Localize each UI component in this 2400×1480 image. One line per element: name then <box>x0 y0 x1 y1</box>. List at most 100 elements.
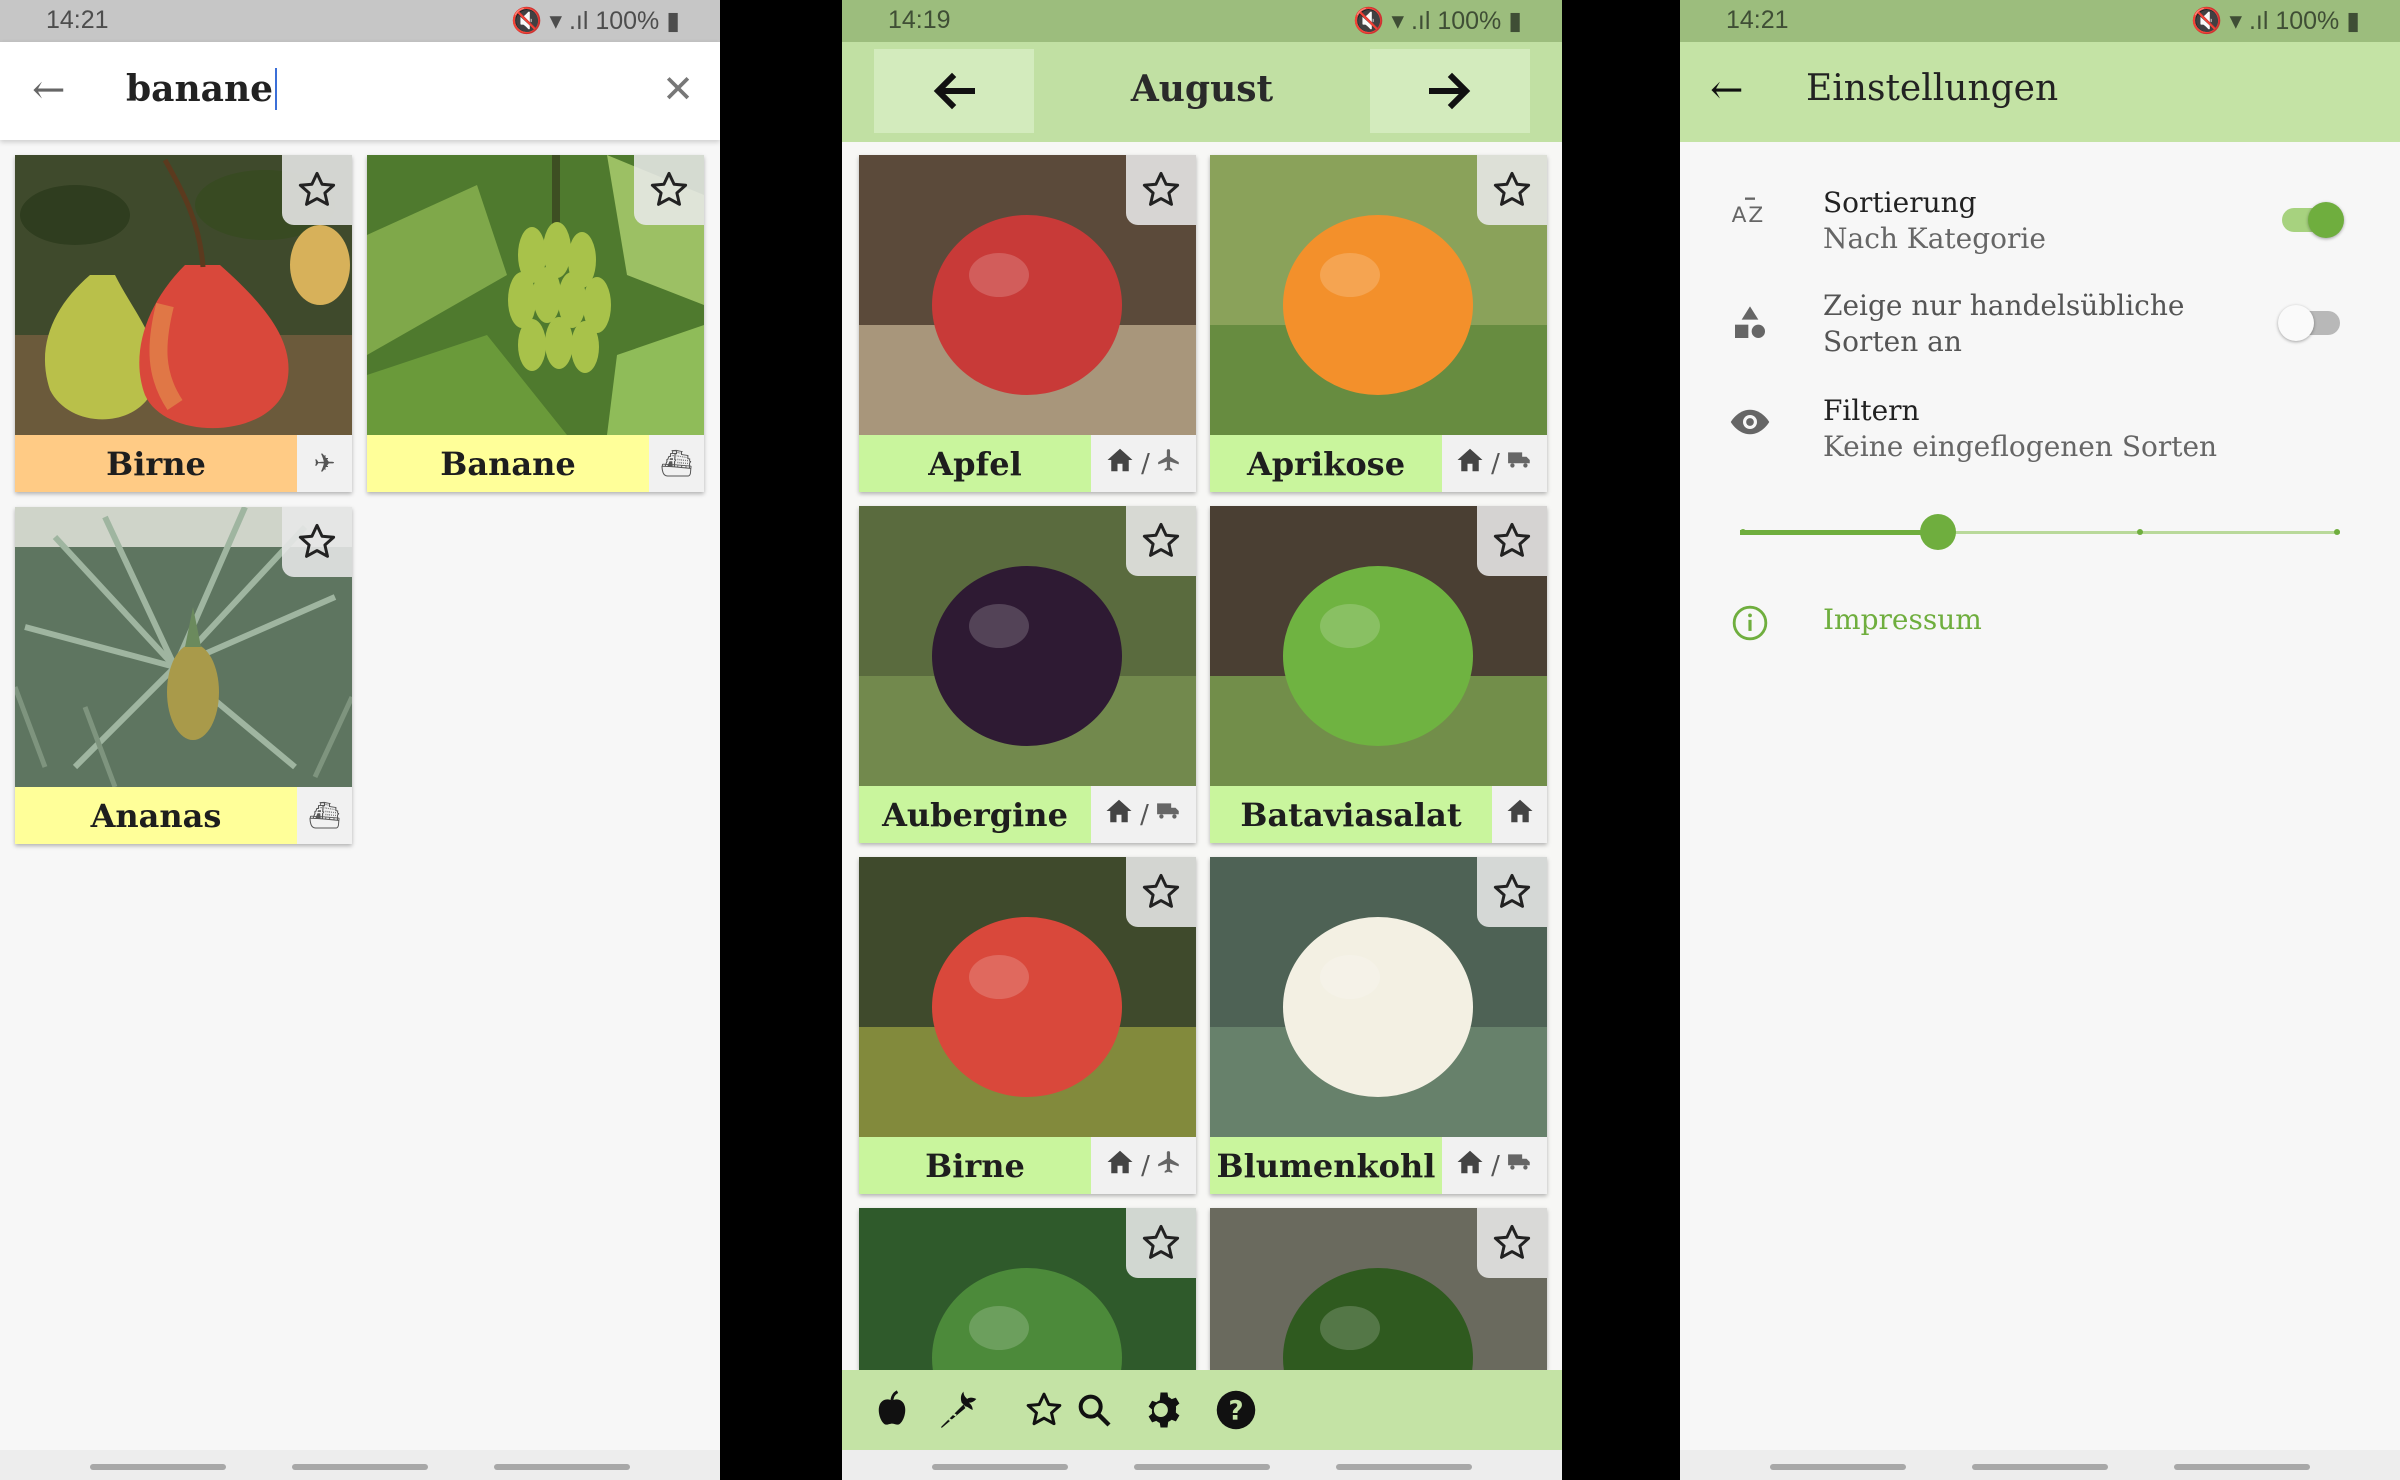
favorite-star-icon[interactable] <box>1477 506 1547 576</box>
favorite-star-icon[interactable] <box>1477 155 1547 225</box>
nav-handle[interactable] <box>90 1464 226 1470</box>
favorite-star-icon[interactable] <box>282 507 352 577</box>
status-bar: 14:19 🔇 ▾ .ıl 100% ▮ <box>842 0 1562 42</box>
card-name: Apfel <box>859 435 1091 492</box>
status-time: 14:19 <box>888 6 951 34</box>
commercial-title-line2: Sorten an <box>1823 325 1962 358</box>
search-icon[interactable] <box>1068 1384 1120 1436</box>
card-name: Birne <box>859 1137 1091 1194</box>
sort-setting[interactable]: AZ Sortierung Nach Kategorie <box>1680 180 2400 270</box>
status-icons: 🔇 ▾ .ıl 100% ▮ <box>511 7 680 35</box>
origin-badge: / <box>1091 1137 1196 1194</box>
battery-percent: 100% <box>1437 7 1502 35</box>
favorite-star-icon[interactable] <box>1126 506 1196 576</box>
plane-icon <box>1156 447 1182 480</box>
search-result-card[interactable]: Birne ✈ <box>15 155 352 492</box>
arrow-left-icon <box>933 72 975 110</box>
status-icons: 🔇 ▾ .ıl 100% ▮ <box>1353 7 1522 35</box>
battery-percent: 100% <box>595 7 660 35</box>
search-result-card[interactable]: Banane ⛴ <box>367 155 704 492</box>
favorite-star-icon[interactable] <box>1477 857 1547 927</box>
favorite-star-icon[interactable] <box>1477 1208 1547 1278</box>
nav-handle[interactable] <box>2174 1464 2310 1470</box>
svg-text:A: A <box>1732 203 1747 228</box>
filter-title: Filtern <box>1823 394 1920 427</box>
favorite-star-icon[interactable] <box>1126 1208 1196 1278</box>
commercial-setting[interactable]: Zeige nur handelsübliche Sorten an <box>1680 285 2400 375</box>
month-header: August <box>842 42 1562 142</box>
produce-card[interactable]: Apfel / <box>859 155 1196 492</box>
card-name: Aubergine <box>859 786 1091 843</box>
filter-slider[interactable] <box>1740 510 2340 554</box>
prev-month-button[interactable] <box>874 49 1034 133</box>
home-icon <box>1505 796 1535 833</box>
origin-separator: / <box>1141 448 1150 479</box>
nav-handle[interactable] <box>1336 1464 1472 1470</box>
home-icon <box>1105 445 1135 482</box>
gear-icon[interactable] <box>1138 1384 1190 1436</box>
nav-handle[interactable] <box>1134 1464 1270 1470</box>
home-icon <box>1455 1147 1485 1184</box>
home-icon <box>1104 796 1134 833</box>
imprint-link[interactable]: Impressum <box>1823 603 1982 636</box>
produce-card[interactable]: Bataviasalat <box>1210 506 1547 843</box>
origin-badge: ⛴ <box>297 787 352 844</box>
produce-card[interactable]: Aubergine / <box>859 506 1196 843</box>
toggle-knob <box>2308 202 2344 238</box>
sort-az-icon: AZ <box>1724 186 1776 238</box>
imprint-setting[interactable]: Impressum <box>1680 595 2400 655</box>
produce-card[interactable]: Aprikose / <box>1210 155 1547 492</box>
nav-bar <box>0 1450 720 1480</box>
nav-handle[interactable] <box>292 1464 428 1470</box>
produce-card[interactable] <box>1210 1208 1547 1370</box>
produce-card[interactable]: Blumenkohl / <box>1210 857 1547 1194</box>
origin-badge: / <box>1442 435 1547 492</box>
carrot-icon[interactable] <box>932 1384 984 1436</box>
produce-card[interactable]: Birne / <box>859 857 1196 1194</box>
svg-text:Z: Z <box>1748 203 1763 228</box>
nav-handle[interactable] <box>1770 1464 1906 1470</box>
origin-badge: ✈ <box>297 435 352 492</box>
origin-separator: / <box>1491 448 1500 479</box>
nav-handle[interactable] <box>1972 1464 2108 1470</box>
slider-active-track <box>1740 530 1938 535</box>
nav-handle[interactable] <box>494 1464 630 1470</box>
toggle-knob <box>2278 305 2314 341</box>
info-icon <box>1724 597 1776 649</box>
apple-icon[interactable] <box>866 1384 918 1436</box>
card-name: Birne <box>15 435 297 492</box>
search-input[interactable]: banane <box>126 68 278 110</box>
favorite-star-icon[interactable] <box>1126 857 1196 927</box>
home-icon <box>1105 1147 1135 1184</box>
text-cursor <box>275 68 278 110</box>
status-bar: 14:21 🔇 ▾ .ıl 100% ▮ <box>0 0 720 42</box>
produce-card[interactable] <box>859 1208 1196 1370</box>
slider-thumb[interactable] <box>1920 514 1956 550</box>
clear-icon[interactable]: ✕ <box>662 70 694 108</box>
sort-subtitle: Nach Kategorie <box>1823 222 2046 255</box>
sort-toggle[interactable] <box>2282 202 2344 238</box>
favorite-star-icon[interactable] <box>634 155 704 225</box>
card-name: Bataviasalat <box>1210 786 1492 843</box>
home-icon <box>1455 445 1485 482</box>
back-arrow-icon[interactable]: ← <box>1710 70 1744 110</box>
nav-handle[interactable] <box>932 1464 1068 1470</box>
battery-percent: 100% <box>2275 7 2340 35</box>
favorite-star-icon[interactable] <box>1126 155 1196 225</box>
shapes-icon <box>1724 297 1776 349</box>
commercial-toggle[interactable] <box>2278 305 2340 341</box>
origin-separator: / <box>1491 1150 1500 1181</box>
help-icon[interactable]: ? <box>1210 1384 1262 1436</box>
search-result-card[interactable]: Ananas ⛴ <box>15 507 352 844</box>
origin-badge: / <box>1091 435 1196 492</box>
settings-header: ← Einstellungen <box>1680 42 2400 142</box>
filter-subtitle: Keine eingeflogenen Sorten <box>1823 430 2218 463</box>
filter-setting[interactable]: Filtern Keine eingeflogenen Sorten <box>1680 390 2400 480</box>
bottom-tab-bar: ? <box>842 1370 1562 1450</box>
star-icon[interactable] <box>1018 1384 1070 1436</box>
next-month-button[interactable] <box>1370 49 1530 133</box>
back-arrow-icon[interactable]: ← <box>32 70 66 110</box>
page-title: Einstellungen <box>1806 68 2059 109</box>
favorite-star-icon[interactable] <box>282 155 352 225</box>
ship-icon: ⛴ <box>659 448 693 479</box>
